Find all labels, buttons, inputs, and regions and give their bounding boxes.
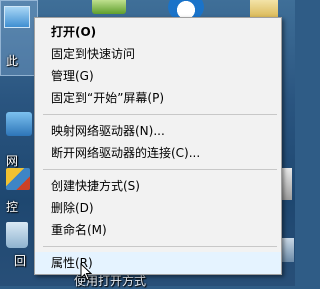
menu-item-create-shortcut[interactable]: 创建快捷方式(S): [35, 175, 281, 197]
control-panel-label: 控: [6, 200, 19, 214]
menu-separator: [43, 114, 277, 115]
recycle-bin-label: 回: [14, 254, 27, 268]
this-pc-icon[interactable]: [4, 6, 30, 28]
desktop-folder-icon[interactable]: [92, 0, 126, 14]
menu-item-rename[interactable]: 重命名(M): [35, 219, 281, 241]
menu-item-pin-start[interactable]: 固定到“开始”屏幕(P): [35, 87, 281, 109]
menu-item-map-network-drive[interactable]: 映射网络驱动器(N)...: [35, 120, 281, 142]
network-icon[interactable]: [6, 112, 32, 136]
menu-item-pin-quick-access[interactable]: 固定到快速访问: [35, 43, 281, 65]
context-menu: 打开(O) 固定到快速访问 管理(G) 固定到“开始”屏幕(P) 映射网络驱动器…: [34, 17, 282, 275]
menu-item-disconnect-network-drive[interactable]: 断开网络驱动器的连接(C)...: [35, 142, 281, 164]
menu-separator: [43, 169, 277, 170]
network-label: 网: [6, 154, 19, 168]
menu-separator: [43, 246, 277, 247]
menu-item-manage[interactable]: 管理(G): [35, 65, 281, 87]
menu-item-open[interactable]: 打开(O): [35, 21, 281, 43]
recycle-bin-icon[interactable]: [6, 222, 28, 248]
control-panel-icon[interactable]: [6, 168, 30, 190]
this-pc-label: 此: [6, 54, 19, 68]
menu-item-properties[interactable]: 属性(R): [35, 252, 281, 274]
menu-item-delete[interactable]: 删除(D): [35, 197, 281, 219]
